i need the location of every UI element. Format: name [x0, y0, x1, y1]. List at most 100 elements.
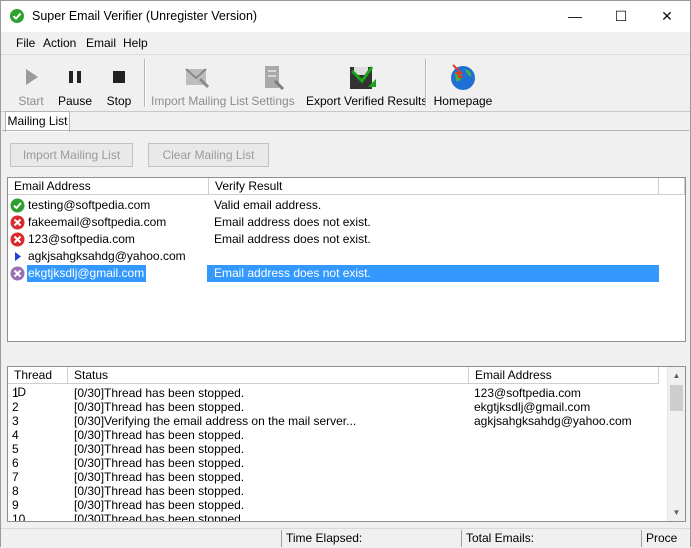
column-header-verify-result[interactable]: Verify Result [209, 178, 659, 195]
list-item[interactable]: 123@softpedia.com Email address does not… [8, 231, 685, 248]
thread-list[interactable]: Thread ID Status Email Address 1 [0/30]Th… [7, 366, 686, 522]
clear-mailing-list-button[interactable]: Clear Mailing List [148, 143, 269, 167]
toolbar-separator [425, 59, 427, 107]
thread-id-cell: 2 [12, 400, 19, 414]
list-item[interactable]: fakeemail@softpedia.com Email address do… [8, 214, 685, 231]
stop-button[interactable]: Stop [101, 57, 137, 109]
valid-check-icon [10, 198, 25, 213]
menu-bar: File Action Email Help [1, 32, 690, 55]
invalid-x-icon [10, 215, 25, 230]
thread-status-cell: [0/30]Thread has been stopped. [74, 456, 245, 470]
email-list[interactable]: Email Address Verify Result testing@soft… [7, 177, 686, 342]
close-button[interactable]: ✕ [644, 1, 690, 32]
globe-icon [447, 61, 479, 93]
column-header-thread-id[interactable]: Thread ID [8, 367, 68, 399]
minimize-button[interactable]: — [552, 1, 598, 32]
title-bar: Super Email Verifier (Unregister Version… [1, 1, 690, 32]
thread-status-cell: [0/30]Thread has been stopped. [74, 386, 245, 400]
table-row[interactable]: 9 [0/30]Thread has been stopped. [8, 498, 668, 512]
thread-id-cell: 9 [12, 498, 19, 512]
thread-email-cell: agkjsahgksahdg@yahoo.com [474, 414, 632, 428]
column-header-status[interactable]: Status [68, 367, 469, 384]
result-cell: Email address does not exist. [214, 215, 371, 229]
export-label: Export Verified Results [306, 94, 428, 108]
window-title: Super Email Verifier (Unregister Version… [32, 9, 258, 23]
settings-icon [257, 61, 289, 93]
homepage-button[interactable]: Homepage [433, 57, 493, 109]
export-verified-results-button[interactable]: Export Verified Results [306, 57, 428, 109]
invalid-x-icon [10, 232, 25, 247]
result-cell: Email address does not exist. [214, 232, 371, 246]
homepage-label: Homepage [433, 94, 493, 108]
import-mailing-list-tool-button[interactable]: Import Mailing List [151, 57, 249, 109]
thread-email-cell: 123@softpedia.com [474, 386, 581, 400]
list-item[interactable]: agkjsahgksahdg@yahoo.com [8, 248, 685, 265]
toolbar: Start Pause Stop Import Mailing List Set… [1, 55, 690, 112]
menu-action[interactable]: Action [43, 36, 76, 50]
vertical-scrollbar[interactable]: ▲ ▼ [667, 367, 685, 521]
table-row[interactable]: 3 [0/30]Verifying the email address on th… [8, 414, 668, 428]
app-window: Super Email Verifier (Unregister Version… [0, 0, 691, 548]
play-icon [15, 61, 47, 93]
list-item[interactable]: testing@softpedia.com Valid email addres… [8, 197, 685, 214]
pause-icon [59, 61, 91, 93]
thread-id-cell: 5 [12, 442, 19, 456]
menu-help[interactable]: Help [123, 36, 148, 50]
thread-status-cell: [0/30]Thread has been stopped. [74, 498, 245, 512]
pause-label: Pause [57, 94, 93, 108]
time-elapsed-panel: Time Elapsed: [281, 530, 461, 547]
app-check-icon [10, 9, 24, 23]
stop-icon [103, 61, 135, 93]
thread-email-cell: ekgtjksdlj@gmail.com [474, 400, 591, 414]
panel-splitter[interactable] [1, 344, 690, 364]
email-cell: 123@softpedia.com [28, 232, 135, 246]
pause-button[interactable]: Pause [57, 57, 93, 109]
menu-file[interactable]: File [16, 36, 35, 50]
stop-label: Stop [106, 94, 132, 108]
maximize-button[interactable]: ☐ [598, 1, 644, 32]
email-cell: fakeemail@softpedia.com [28, 215, 167, 229]
scroll-thumb[interactable] [670, 385, 683, 411]
menu-email[interactable]: Email [86, 36, 116, 50]
thread-id-cell: 6 [12, 456, 19, 470]
total-emails-panel: Total Emails: [461, 530, 641, 547]
list-item-selected[interactable]: ekgtjksdlj@gmail.com Email address does … [8, 265, 685, 282]
table-row[interactable]: 8 [0/30]Thread has been stopped. [8, 484, 668, 498]
scroll-up-arrow-icon[interactable]: ▲ [668, 367, 685, 384]
settings-button[interactable]: Settings [250, 57, 296, 109]
processed-panel: Proce [641, 530, 690, 547]
table-row[interactable]: 1 [0/30]Thread has been stopped. 123@softp… [8, 386, 668, 400]
tab-mailing-list[interactable]: Mailing List [5, 111, 70, 132]
invalid-x-icon [10, 266, 25, 281]
status-bar: Time Elapsed: Total Emails: Proce [1, 528, 690, 548]
thread-status-cell: [0/30]Thread has been stopped. [74, 512, 245, 522]
thread-status-cell: [0/30]Verifying the email address on the… [74, 414, 357, 428]
table-row[interactable]: 10 [0/30]Thread has been stopped. [8, 512, 668, 522]
table-row[interactable]: 4 [0/30]Thread has been stopped. [8, 428, 668, 442]
column-header-thread-email[interactable]: Email Address [469, 367, 659, 384]
column-header-email[interactable]: Email Address [8, 178, 209, 195]
table-row[interactable]: 6 [0/30]Thread has been stopped. [8, 456, 668, 470]
result-cell: Email address does not exist. [207, 265, 659, 282]
thread-status-cell: [0/30]Thread has been stopped. [74, 442, 245, 456]
table-row[interactable]: 7 [0/30]Thread has been stopped. [8, 470, 668, 484]
thread-id-cell: 3 [12, 414, 19, 428]
pending-arrow-icon [15, 252, 21, 261]
thread-id-cell: 10 [12, 512, 26, 522]
table-row[interactable]: 5 [0/30]Thread has been stopped. [8, 442, 668, 456]
table-row[interactable]: 2 [0/30]Thread has been stopped. ekgtjksdl… [8, 400, 668, 414]
thread-id-cell: 7 [12, 470, 19, 484]
scroll-down-arrow-icon[interactable]: ▼ [668, 504, 685, 521]
thread-id-cell: 1 [12, 386, 19, 400]
settings-label: Settings [251, 94, 295, 108]
thread-status-cell: [0/30]Thread has been stopped. [74, 470, 245, 484]
toolbar-separator [144, 59, 146, 107]
import-label: Import Mailing List [151, 94, 249, 108]
email-cell: ekgtjksdlj@gmail.com [27, 265, 147, 282]
thread-id-cell: 4 [12, 428, 19, 442]
import-mailing-list-button[interactable]: Import Mailing List [10, 143, 133, 167]
result-cell: Valid email address. [214, 198, 322, 212]
export-disk-icon [346, 61, 378, 93]
start-button[interactable]: Start [13, 57, 49, 109]
email-cell: testing@softpedia.com [28, 198, 151, 212]
